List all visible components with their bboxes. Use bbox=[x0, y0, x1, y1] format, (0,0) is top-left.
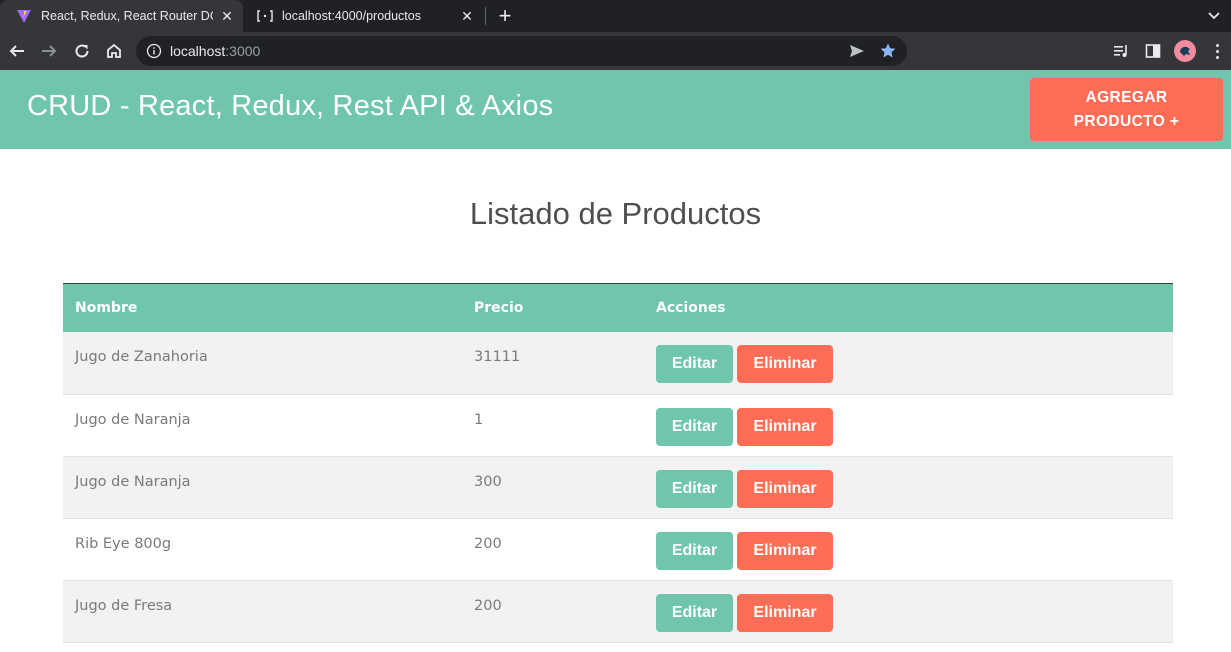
table-row: Jugo de Fresa 200 Editar Eliminar bbox=[63, 580, 1173, 642]
chevron-down-icon[interactable] bbox=[1205, 7, 1223, 25]
send-icon[interactable] bbox=[849, 43, 865, 59]
table-row: Jugo de Zanahoria 31111 Editar Eliminar bbox=[63, 332, 1173, 394]
product-name: Jugo de Naranja bbox=[75, 473, 191, 490]
reading-list-icon[interactable] bbox=[1111, 41, 1131, 61]
url-host: localhost bbox=[170, 43, 226, 59]
tab-separator bbox=[485, 7, 486, 25]
row-actions: Editar Eliminar bbox=[644, 394, 1173, 456]
products-table: Nombre Precio Acciones Jugo de Zanahoria… bbox=[63, 283, 1173, 643]
add-product-button[interactable]: AGREGAR PRODUCTO + bbox=[1030, 78, 1223, 141]
edit-button[interactable]: Editar bbox=[656, 407, 733, 446]
product-price: 31111 bbox=[474, 349, 521, 365]
delete-button[interactable]: Eliminar bbox=[737, 345, 833, 383]
edit-button[interactable]: Editar bbox=[656, 531, 733, 570]
tab-title: localhost:4000/productos bbox=[282, 9, 421, 23]
page-title: Listado de Productos bbox=[469, 196, 762, 231]
table-row: Jugo de Naranja 300 Editar Eliminar bbox=[63, 456, 1173, 518]
column-header-acciones: Acciones bbox=[656, 300, 726, 316]
new-tab-icon[interactable]: + bbox=[494, 5, 516, 27]
home-icon[interactable] bbox=[103, 40, 125, 62]
row-actions: Editar Eliminar bbox=[644, 456, 1173, 518]
kebab-menu-icon[interactable] bbox=[1208, 41, 1226, 61]
browser-toolbar: localhost:3000 bbox=[0, 32, 1231, 70]
row-actions: Editar Eliminar bbox=[644, 580, 1173, 642]
edit-button[interactable]: Editar bbox=[656, 345, 733, 383]
info-icon[interactable] bbox=[146, 43, 162, 59]
address-bar[interactable]: localhost:3000 bbox=[136, 36, 907, 66]
column-header-precio: Precio bbox=[474, 300, 524, 316]
delete-button[interactable]: Eliminar bbox=[737, 469, 833, 508]
product-name: Rib Eye 800g bbox=[75, 535, 172, 552]
product-name: Jugo de Fresa bbox=[75, 597, 173, 614]
back-arrow-icon[interactable] bbox=[6, 40, 28, 62]
tab-title: React, Redux, React Router DOM bbox=[41, 9, 213, 23]
product-name: Jugo de Zanahoria bbox=[75, 349, 208, 365]
edit-button[interactable]: Editar bbox=[656, 593, 733, 632]
browser-tab-inactive[interactable]: localhost:4000/productos ✕ bbox=[247, 0, 483, 32]
reload-icon[interactable] bbox=[71, 40, 93, 62]
tab-close-icon[interactable]: ✕ bbox=[459, 8, 475, 24]
profile-avatar-icon[interactable] bbox=[1174, 40, 1196, 62]
browser-tab-strip: React, Redux, React Router DOM ✕ localho… bbox=[0, 0, 1231, 32]
delete-button[interactable]: Eliminar bbox=[737, 531, 833, 570]
column-header-nombre: Nombre bbox=[75, 300, 138, 316]
url-port: :3000 bbox=[225, 43, 261, 59]
product-name: Jugo de Naranja bbox=[75, 411, 191, 428]
globe-icon bbox=[257, 8, 273, 24]
product-price: 200 bbox=[474, 597, 502, 614]
browser-tab-active[interactable]: React, Redux, React Router DOM ✕ bbox=[0, 0, 243, 32]
table-row: Rib Eye 800g 200 Editar Eliminar bbox=[63, 518, 1173, 580]
product-price: 1 bbox=[474, 411, 484, 428]
row-actions: Editar Eliminar bbox=[644, 332, 1173, 394]
delete-button[interactable]: Eliminar bbox=[737, 593, 833, 632]
delete-button[interactable]: Eliminar bbox=[737, 407, 833, 446]
tab-close-icon[interactable]: ✕ bbox=[219, 8, 235, 24]
edit-button[interactable]: Editar bbox=[656, 469, 733, 508]
bookmark-star-icon[interactable] bbox=[879, 42, 897, 60]
forward-arrow-icon[interactable] bbox=[38, 40, 60, 62]
address-url[interactable]: localhost:3000 bbox=[170, 43, 260, 59]
app-title[interactable]: CRUD - React, Redux, Rest API & Axios bbox=[27, 90, 553, 123]
product-price: 200 bbox=[474, 535, 502, 552]
table-header-row: Nombre Precio Acciones bbox=[63, 283, 1173, 332]
vite-icon bbox=[16, 8, 32, 24]
product-price: 300 bbox=[474, 473, 502, 490]
row-actions: Editar Eliminar bbox=[644, 518, 1173, 580]
side-panel-icon[interactable] bbox=[1143, 41, 1163, 61]
app-header: CRUD - React, Redux, Rest API & Axios AG… bbox=[0, 70, 1231, 149]
table-row: Jugo de Naranja 1 Editar Eliminar bbox=[63, 394, 1173, 456]
